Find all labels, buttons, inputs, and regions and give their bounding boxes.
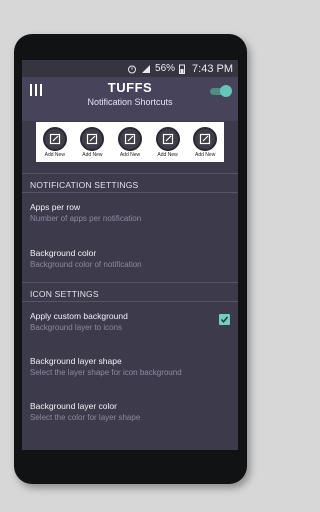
- section-header-icon: ICON SETTINGS: [30, 289, 99, 299]
- check-icon: [220, 316, 229, 323]
- app-title: TUFFS: [107, 80, 153, 95]
- edit-icon: [49, 133, 60, 144]
- battery-percent: 56%: [155, 63, 176, 74]
- add-shortcut-slot[interactable]: Add New: [117, 126, 142, 158]
- divider: [22, 282, 238, 283]
- clock: 7:43 PM: [192, 62, 233, 75]
- add-shortcut-slot[interactable]: Add New: [42, 126, 67, 158]
- setting-subtitle: Background color of notification: [30, 260, 142, 269]
- divider: [22, 173, 238, 174]
- slot-label: Add New: [157, 151, 178, 158]
- setting-title: Background color: [30, 248, 97, 258]
- setting-subtitle: Select the color for layer shape: [30, 413, 141, 422]
- setting-title: Background layer shape: [30, 356, 122, 366]
- setting-subtitle: Number of apps per notification: [30, 214, 142, 223]
- divider: [22, 301, 238, 302]
- enable-toggle[interactable]: [210, 85, 232, 97]
- setting-title: Apply custom background: [30, 311, 128, 321]
- slot-label: Add New: [119, 151, 141, 158]
- slot-label: Add New: [195, 151, 216, 158]
- setting-title: Apps per row: [30, 202, 81, 212]
- setting-subtitle: Select the layer shape for icon backgrou…: [30, 368, 182, 377]
- section-header-notification: NOTIFICATION SETTINGS: [30, 180, 139, 190]
- divider: [22, 192, 238, 193]
- notification-preview: Add New Add New Add New Add New Add New: [36, 122, 224, 162]
- signal-icon: [142, 64, 151, 73]
- add-shortcut-slot[interactable]: Add New: [155, 126, 180, 158]
- add-shortcut-slot[interactable]: Add New: [80, 126, 105, 158]
- add-shortcut-slot[interactable]: Add New: [193, 126, 218, 158]
- edit-icon: [162, 133, 173, 144]
- battery-icon: [179, 64, 186, 74]
- slot-label: Add New: [44, 151, 65, 158]
- slot-label: Add New: [82, 151, 103, 158]
- edit-icon: [124, 133, 136, 144]
- screen: 56% 7:43 PM TUFFS Notification Shortcuts…: [22, 60, 238, 450]
- app-subtitle: Notification Shortcuts: [87, 97, 173, 107]
- status-bar: 56% 7:43 PM: [22, 60, 238, 77]
- custom-background-checkbox[interactable]: [219, 314, 230, 325]
- edit-icon: [87, 133, 98, 144]
- setting-subtitle: Background layer to icons: [30, 323, 123, 332]
- setting-title: Background layer color: [30, 401, 117, 411]
- app-bar: TUFFS Notification Shortcuts: [22, 77, 238, 121]
- alarm-icon: [128, 65, 137, 73]
- edit-icon: [200, 133, 211, 144]
